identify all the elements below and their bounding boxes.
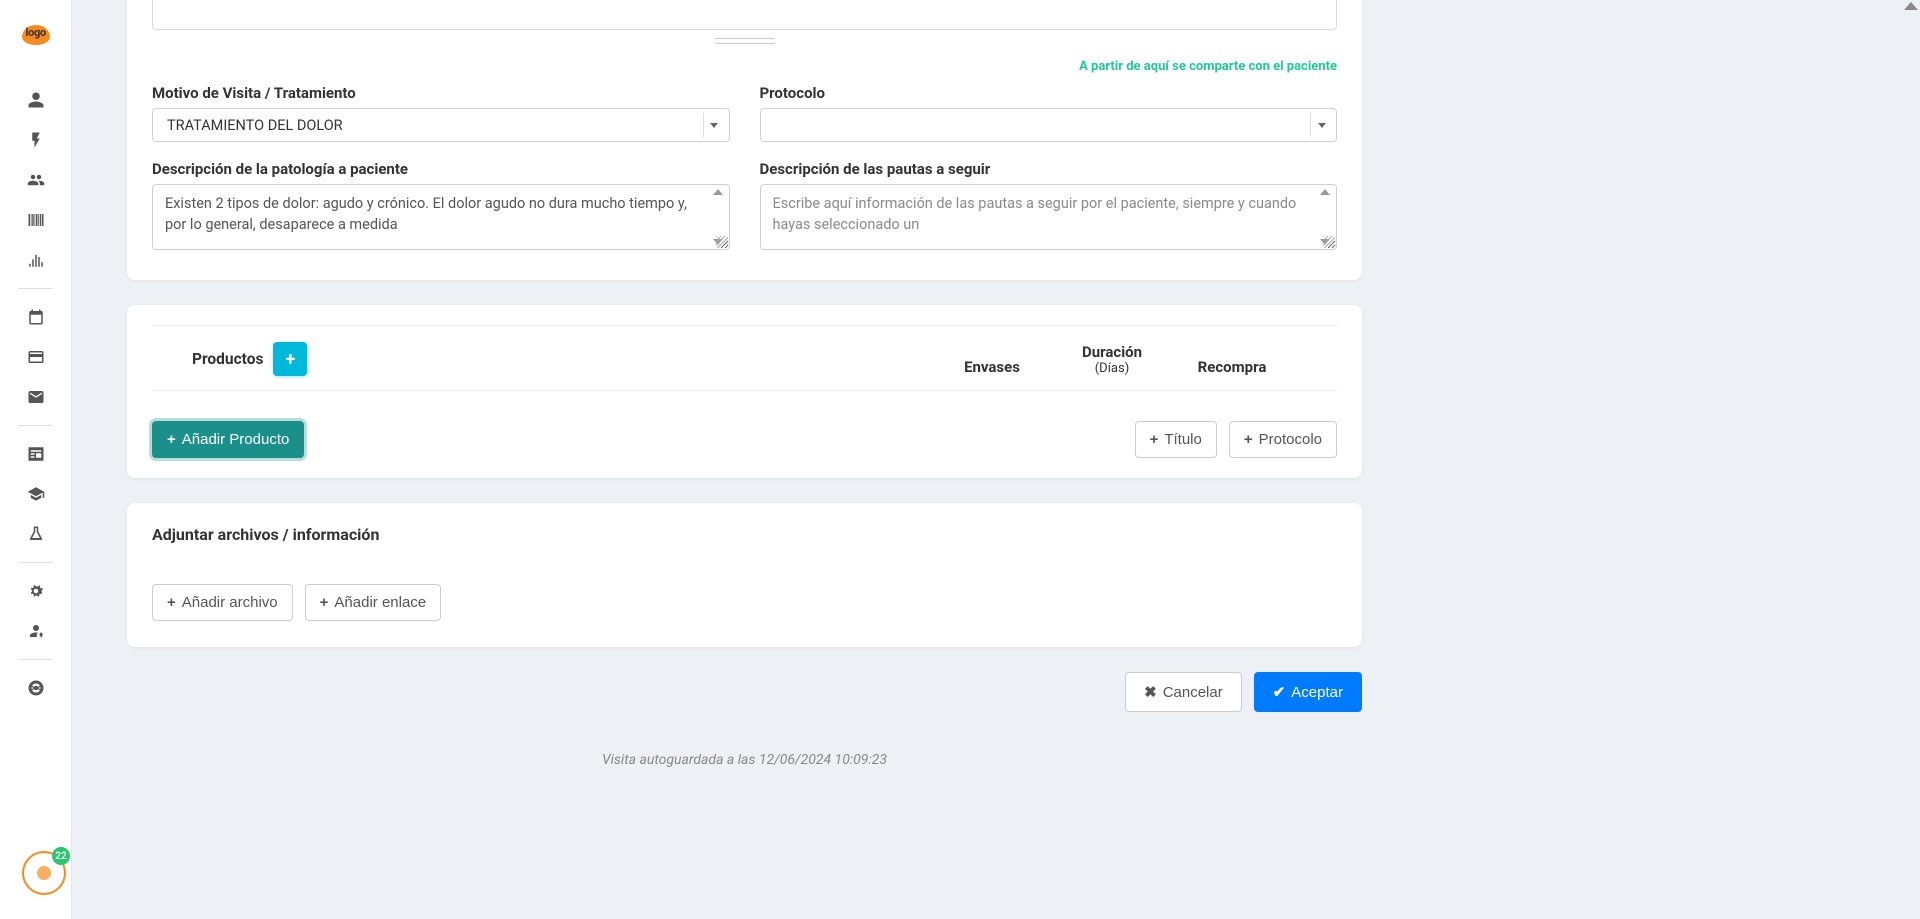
logo-text: logo [26,26,46,39]
graduation-cap-icon [27,485,45,503]
desc-patologia-group: Descripción de la patología a paciente E… [152,160,730,250]
products-table-header: Productos + Envases Duración (Días) Reco… [152,325,1337,391]
products-col-title: Productos [192,350,263,368]
sidebar-item-settings[interactable] [0,571,71,611]
motivo-select[interactable]: TRATAMIENTO DEL DOLOR [152,108,730,142]
titulo-label: Título [1164,431,1202,448]
add-link-label: Añadir enlace [334,594,426,611]
notes-textarea[interactable]: df.kndlkqnd lknvfb [152,0,1337,30]
sidebar-item-help[interactable] [0,668,71,708]
gear-icon [27,582,45,600]
add-product-square-button[interactable]: + [273,342,307,376]
sidebar-nav: logo 22 [0,0,72,919]
plus-icon: + [1244,431,1253,448]
sidebar-item-admin-user[interactable] [0,611,71,651]
mail-icon [27,388,45,406]
sidebar-item-users[interactable] [0,160,71,200]
protocolo-select[interactable] [760,108,1338,142]
attachments-title: Adjuntar archivos / información [152,525,1337,544]
cancel-button[interactable]: ✖ Cancelar [1125,672,1242,712]
protocolo-field-group: Protocolo [760,84,1338,142]
sidebar-item-barcode[interactable] [0,200,71,240]
sidebar-separator-3 [18,562,54,563]
calendar-icon [27,308,45,326]
bolt-icon [27,131,45,149]
visit-details-card: df.kndlkqnd lknvfb A partir de aquí se c… [127,0,1362,280]
sidebar-item-bolt[interactable] [0,120,71,160]
desc-pautas-textarea[interactable]: Escribe aquí información de las pautas a… [760,184,1338,250]
textarea-scrollbar[interactable] [1316,187,1334,247]
desc-pautas-group: Descripción de las pautas a seguir Escri… [760,160,1338,250]
sidebar-item-chart[interactable] [0,240,71,280]
sidebar-item-lab[interactable] [0,514,71,554]
sidebar-separator-4 [18,659,54,660]
sidebar-separator-2 [18,425,54,426]
users-icon [27,171,45,189]
textarea-scrollbar[interactable] [709,187,727,247]
add-link-button[interactable]: + Añadir enlace [305,584,442,621]
resize-grip-icon[interactable] [716,236,728,248]
motivo-value: TRATAMIENTO DEL DOLOR [167,117,343,134]
record-button[interactable]: 22 [22,851,66,895]
desc-pautas-placeholder: Escribe aquí información de las pautas a… [773,195,1297,233]
desc-patologia-label: Descripción de la patología a paciente [152,160,730,178]
recompra-col-header: Recompra [1187,358,1277,376]
motivo-label: Motivo de Visita / Tratamiento [152,84,730,102]
sidebar-item-calendar[interactable] [0,297,71,337]
protocolo-label: Protocolo [760,84,1338,102]
desc-patologia-textarea[interactable]: Existen 2 tipos de dolor: agudo y crónic… [152,184,730,250]
add-file-label: Añadir archivo [182,594,278,611]
accept-button[interactable]: ✔ Aceptar [1254,672,1362,712]
motivo-field-group: Motivo de Visita / Tratamiento TRATAMIEN… [152,84,730,142]
sidebar-item-mail[interactable] [0,377,71,417]
resize-grip-icon[interactable] [1323,236,1335,248]
autosave-status: Visita autoguardada a las 12/06/2024 10:… [127,752,1362,768]
credit-card-icon [27,348,45,366]
add-product-button[interactable]: + Añadir Producto [152,421,304,458]
check-icon: ✔ [1273,683,1286,701]
newspaper-icon [27,445,45,463]
user-cog-icon [27,622,45,640]
plus-icon: + [1150,431,1159,448]
sidebar-item-education[interactable] [0,474,71,514]
plus-icon: + [320,594,329,611]
form-actions: ✖ Cancelar ✔ Aceptar [127,672,1362,712]
products-card: Productos + Envases Duración (Días) Reco… [127,305,1362,478]
sidebar-item-card[interactable] [0,337,71,377]
chevron-down-icon [703,113,725,137]
sidebar-separator [18,288,54,289]
accept-label: Aceptar [1291,684,1343,701]
main-content: df.kndlkqnd lknvfb A partir de aquí se c… [72,0,1920,919]
life-ring-icon [27,679,45,697]
record-dot-icon [37,866,51,880]
sidebar-item-user[interactable] [0,80,71,120]
duracion-col-header: Duración (Días) [1067,343,1157,376]
share-with-patient-note: A partir de aquí se comparte con el paci… [127,44,1362,84]
barcode-icon [27,211,45,229]
chevron-down-icon [1310,113,1332,137]
record-badge: 22 [52,847,70,865]
envases-col-header: Envases [947,358,1037,376]
plus-icon: + [167,431,176,448]
plus-icon: + [167,594,176,611]
attachments-card: Adjuntar archivos / información + Añadir… [127,503,1362,647]
add-product-label: Añadir Producto [182,431,290,448]
cancel-label: Cancelar [1163,684,1223,701]
flask-icon [27,525,45,543]
app-logo: logo [6,20,66,50]
close-icon: ✖ [1144,683,1157,701]
sidebar-item-news[interactable] [0,434,71,474]
bar-chart-icon [27,251,45,269]
desc-patologia-text: Existen 2 tipos de dolor: agudo y crónic… [165,195,687,233]
add-title-button[interactable]: + Título [1135,421,1217,458]
user-icon [27,91,45,109]
protocolo-btn-label: Protocolo [1259,431,1322,448]
desc-pautas-label: Descripción de las pautas a seguir [760,160,1338,178]
plus-icon: + [286,349,296,370]
add-file-button[interactable]: + Añadir archivo [152,584,293,621]
add-protocolo-button[interactable]: + Protocolo [1229,421,1337,458]
